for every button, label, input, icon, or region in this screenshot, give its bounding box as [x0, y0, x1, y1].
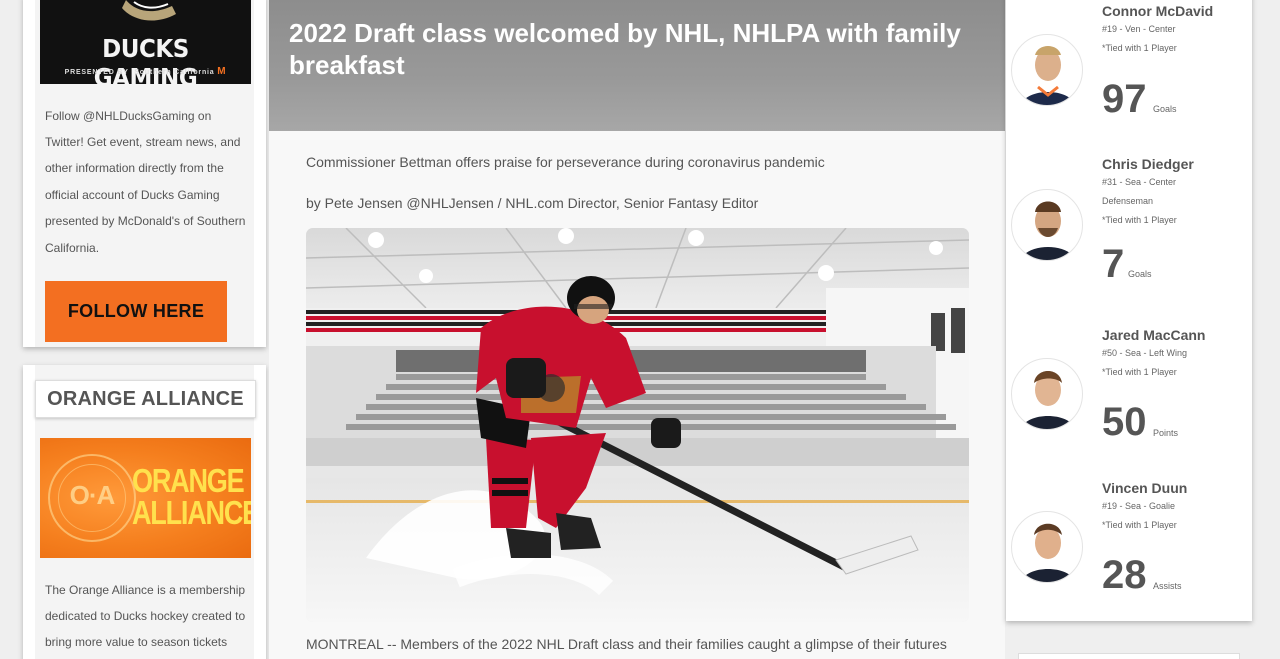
sponsor-name: Southern California: [134, 69, 215, 76]
player-stat-unit: Goals: [1153, 104, 1177, 114]
player-stat-value: 50: [1102, 400, 1147, 444]
ducks-gaming-line: California.: [45, 241, 100, 255]
player-position-2: Defenseman: [1102, 196, 1154, 206]
ducks-gaming-line: Twitter! Get event, stream news, and: [45, 135, 241, 149]
player-name: Connor McDavid: [1102, 3, 1214, 19]
mcdonalds-icon: M: [217, 66, 227, 77]
page: DUCKS GAMING PRESENTED BY Southern Calif…: [0, 0, 1280, 659]
player-position: #31 - Sea - Center: [1102, 177, 1177, 187]
orange-alliance-word-2: ALLIANCE: [132, 494, 251, 531]
player-tie-note: *Tied with 1 Player: [1102, 215, 1177, 225]
article-photo[interactable]: [306, 228, 969, 622]
article-lede: MONTREAL -- Members of the 2022 NHL Draf…: [306, 636, 947, 652]
player-stat-value: 7: [1102, 242, 1125, 286]
player-name: Vincen Duun: [1102, 480, 1188, 496]
next-widget-box: [1018, 653, 1240, 659]
hockey-player-photo: [306, 228, 969, 622]
orange-alliance-line: The Orange Alliance is a membership: [45, 583, 246, 597]
player-tie-note: *Tied with 1 Player: [1102, 43, 1177, 53]
article-byline[interactable]: by Pete Jensen @NHLJensen / NHL.com Dire…: [306, 195, 758, 211]
player-headshot-icon: [1011, 511, 1083, 583]
player-stat-value: 28: [1102, 553, 1147, 597]
ducks-gaming-line: Follow @NHLDucksGaming on: [45, 109, 212, 123]
orange-alliance-line: dedicated to Ducks hockey created to: [45, 609, 246, 623]
article-subtitle: Commissioner Bettman offers praise for p…: [306, 154, 825, 170]
follow-here-button[interactable]: FOLLOW HERE: [45, 281, 227, 342]
player-name: Jared MacCann: [1102, 327, 1206, 343]
player-stat-unit: Goals: [1128, 269, 1152, 279]
player-tie-note: *Tied with 1 Player: [1102, 367, 1177, 377]
player-meta: #50 - Sea - Left Wing *Tied with 1 Playe…: [1102, 344, 1242, 382]
orange-alliance-word-1: ORANGE: [132, 462, 245, 499]
orange-alliance-line: bring more value to season tickets: [45, 635, 228, 649]
ducks-gaming-title: DUCKS GAMING: [93, 34, 198, 92]
player-headshot-icon: [1011, 34, 1083, 106]
player-meta: #31 - Sea - Center Defenseman *Tied with…: [1102, 173, 1242, 230]
presented-by-line: PRESENTED BY Southern California M: [40, 66, 251, 77]
player-position: #19 - Sea - Goalie: [1102, 501, 1176, 511]
player-stat-unit: Points: [1153, 428, 1179, 438]
orange-alliance-heading[interactable]: ORANGE ALLIANCE: [35, 380, 256, 418]
player-meta: #19 - Ven - Center *Tied with 1 Player: [1102, 20, 1242, 58]
player-position: #19 - Ven - Center: [1102, 24, 1176, 34]
player-stat-unit: Assists: [1153, 581, 1182, 591]
player-headshot-icon: [1011, 189, 1083, 261]
player-name: Chris Diedger: [1102, 156, 1194, 172]
orange-alliance-banner[interactable]: O·A ORANGE ALLIANCE: [40, 438, 251, 558]
player-meta: #19 - Sea - Goalie *Tied with 1 Player: [1102, 497, 1242, 535]
article-title: 2022 Draft class welcomed by NHL, NHLPA …: [289, 18, 961, 80]
ducks-logo-icon: [122, 0, 176, 21]
player-headshot-icon: [1011, 358, 1083, 430]
orange-alliance-monogram: O·A: [69, 480, 116, 510]
ducks-gaming-line: other information directly from the: [45, 161, 224, 175]
player-tie-note: *Tied with 1 Player: [1102, 520, 1177, 530]
ducks-gaming-banner[interactable]: DUCKS GAMING PRESENTED BY Southern Calif…: [40, 0, 251, 92]
presented-by-label: PRESENTED BY: [64, 69, 129, 76]
stat-leaders-panel: Connor McDavid #19 - Ven - Center *Tied …: [1006, 0, 1252, 621]
article-hero: 2022 Draft class welcomed by NHL, NHLPA …: [269, 0, 1005, 131]
player-position: #50 - Sea - Left Wing: [1102, 348, 1188, 358]
player-stat-value: 97: [1102, 77, 1147, 121]
ducks-gaming-line: official account of Ducks Gaming: [45, 188, 220, 202]
article: 2022 Draft class welcomed by NHL, NHLPA …: [269, 0, 1005, 659]
ducks-gaming-line: presented by McDonald's of Southern: [45, 214, 246, 228]
